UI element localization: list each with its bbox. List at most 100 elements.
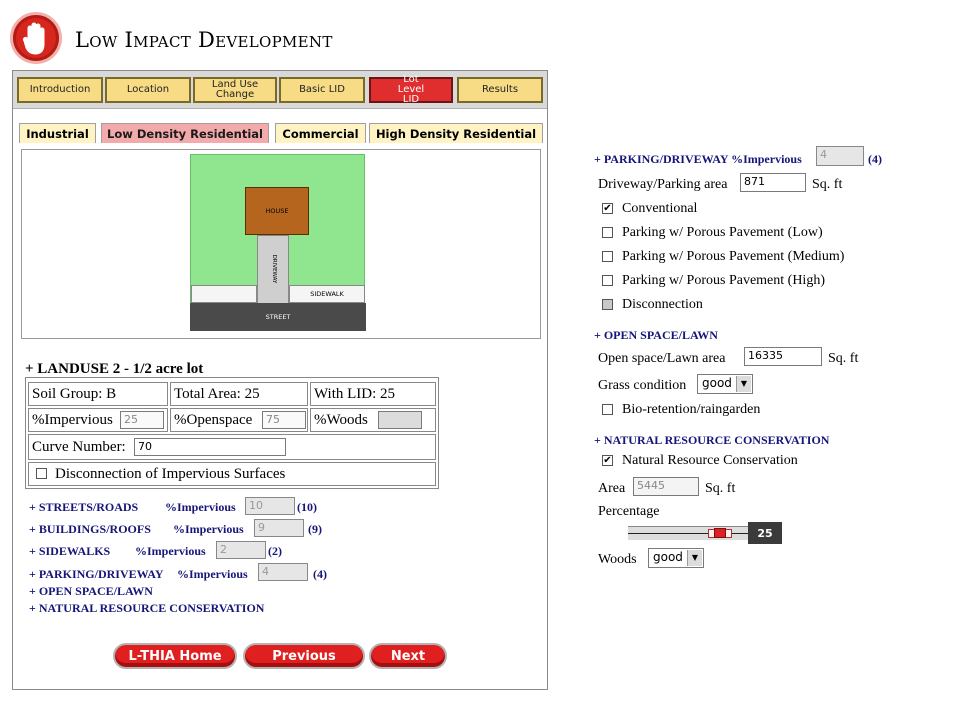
tab-introduction[interactable]: Introduction bbox=[17, 77, 103, 103]
tab-location[interactable]: Location bbox=[105, 77, 191, 103]
grass-condition-select[interactable]: good ▼ bbox=[697, 374, 753, 394]
right-parking-impervious-input[interactable]: 4 bbox=[816, 146, 864, 166]
disconnection-right-label: Disconnection bbox=[622, 297, 703, 312]
disconnection-checkbox[interactable] bbox=[36, 468, 47, 479]
conventional-checkbox[interactable]: ✔ bbox=[602, 203, 613, 214]
map-house: HOUSE bbox=[245, 187, 309, 235]
porous-high-checkbox[interactable] bbox=[602, 275, 613, 286]
streets-impervious-label: %Impervious bbox=[165, 500, 236, 514]
disconnection-cell: Disconnection of Impervious Surfaces bbox=[28, 462, 436, 486]
impervious-label: %Impervious bbox=[32, 411, 113, 428]
parking-driveway-link[interactable]: + PARKING/DRIVEWAY bbox=[29, 567, 164, 582]
total-area: Total Area: 25 bbox=[170, 382, 308, 406]
lot-map: HOUSE DRIVEWAY SIDEWALK STREET bbox=[21, 149, 541, 339]
map-driveway-label: DRIVEWAY bbox=[271, 254, 277, 284]
disconnection-right-checkbox[interactable] bbox=[602, 299, 613, 310]
bio-retention-label: Bio-retention/raingarden bbox=[622, 402, 761, 417]
percentage-label: Percentage bbox=[598, 504, 660, 519]
openspace-input[interactable]: 75 bbox=[262, 411, 306, 429]
soil-group: Soil Group: B bbox=[28, 382, 168, 406]
lthia-home-button[interactable]: L-THIA Home bbox=[113, 643, 237, 669]
page-title: Low Impact Development bbox=[75, 28, 333, 52]
porous-medium-checkbox[interactable] bbox=[602, 251, 613, 262]
buildings-impervious-label: %Impervious bbox=[173, 522, 244, 536]
buildings-impervious-paren: (9) bbox=[308, 522, 322, 536]
woods-label-right: Woods bbox=[598, 552, 637, 567]
parking-impervious-label: %Impervious bbox=[177, 567, 248, 581]
slider-track bbox=[628, 526, 748, 540]
natural-resource-link[interactable]: + NATURAL RESOURCE CONSERVATION bbox=[29, 601, 264, 616]
streets-roads-link[interactable]: + STREETS/ROADS bbox=[29, 500, 138, 515]
tab-results[interactable]: Results bbox=[457, 77, 543, 103]
driveway-area-unit: Sq. ft bbox=[812, 177, 843, 192]
area-input[interactable]: 5445 bbox=[633, 477, 699, 496]
tab-lot-level-lid[interactable]: Lot Level LID bbox=[369, 75, 453, 105]
bio-retention-checkbox[interactable] bbox=[602, 404, 613, 415]
woods-input[interactable] bbox=[378, 411, 422, 429]
chevron-down-icon: ▼ bbox=[736, 376, 751, 392]
landuse-tabs: Industrial Low Density Residential Comme… bbox=[13, 109, 547, 143]
grass-condition-label: Grass condition bbox=[598, 378, 687, 393]
lot-area: HOUSE DRIVEWAY SIDEWALK STREET bbox=[190, 154, 366, 331]
tab-basic-lid[interactable]: Basic LID bbox=[279, 77, 365, 103]
open-space-lawn-link[interactable]: + OPEN SPACE/LAWN bbox=[29, 584, 153, 599]
slider-handle[interactable] bbox=[714, 528, 726, 538]
natural-resource-checkbox[interactable]: ✔ bbox=[602, 455, 613, 466]
tab-high-density-residential[interactable]: High Density Residential bbox=[369, 123, 543, 143]
chevron-down-icon: ▼ bbox=[687, 550, 702, 566]
disconnection-label: Disconnection of Impervious Surfaces bbox=[55, 465, 286, 482]
tab-land-use-change[interactable]: Land Use Change bbox=[193, 77, 277, 103]
streets-impervious-paren: (10) bbox=[297, 500, 317, 514]
area-unit: Sq. ft bbox=[705, 481, 736, 496]
landuse-title: + LANDUSE 2 - 1/2 acre lot bbox=[25, 361, 204, 377]
area-label: Area bbox=[598, 481, 626, 496]
landuse-summary-table: Soil Group: B Total Area: 25 With LID: 2… bbox=[25, 377, 439, 489]
natural-resource-section-head[interactable]: + NATURAL RESOURCE CONSERVATION bbox=[594, 433, 829, 448]
impervious-input[interactable]: 25 bbox=[120, 411, 164, 429]
with-lid: With LID: 25 bbox=[310, 382, 436, 406]
map-sidewalk: SIDEWALK bbox=[289, 285, 365, 303]
driveway-area-label: Driveway/Parking area bbox=[598, 177, 728, 192]
open-space-area-input[interactable]: 16335 bbox=[744, 347, 822, 366]
open-space-area-label: Open space/Lawn area bbox=[598, 351, 726, 366]
driveway-area-input[interactable]: 871 bbox=[740, 173, 806, 192]
map-sidewalk-left bbox=[191, 285, 257, 303]
tab-low-density-residential[interactable]: Low Density Residential bbox=[101, 123, 269, 143]
hand-logo-icon bbox=[10, 12, 62, 64]
parking-section-head[interactable]: + PARKING/DRIVEWAY %Impervious bbox=[594, 152, 802, 167]
curve-number-input[interactable]: 70 bbox=[134, 438, 286, 456]
sidewalks-link[interactable]: + SIDEWALKS bbox=[29, 544, 110, 559]
tab-industrial[interactable]: Industrial bbox=[19, 123, 96, 143]
sidewalks-impervious-input[interactable]: 2 bbox=[216, 541, 266, 559]
nav-bar: Introduction Location Land Use Change Ba… bbox=[13, 71, 547, 109]
parking-impervious-input[interactable]: 4 bbox=[258, 563, 308, 581]
sidewalks-impervious-paren: (2) bbox=[268, 544, 282, 558]
percentage-slider[interactable]: 25 bbox=[628, 522, 782, 544]
right-parking-paren: (4) bbox=[868, 152, 882, 166]
tab-commercial[interactable]: Commercial bbox=[275, 123, 366, 143]
porous-low-label: Parking w/ Porous Pavement (Low) bbox=[622, 225, 823, 240]
natural-resource-label: Natural Resource Conservation bbox=[622, 453, 798, 468]
woods-select[interactable]: good ▼ bbox=[648, 548, 704, 568]
curve-number-label: Curve Number: bbox=[32, 438, 126, 455]
streets-impervious-input[interactable]: 10 bbox=[245, 497, 295, 515]
conventional-label: Conventional bbox=[622, 201, 698, 216]
porous-high-label: Parking w/ Porous Pavement (High) bbox=[622, 273, 825, 288]
slider-value: 25 bbox=[748, 522, 782, 544]
woods-select-value: good bbox=[653, 550, 683, 564]
map-driveway: DRIVEWAY bbox=[257, 235, 289, 305]
sidewalks-impervious-label: %Impervious bbox=[135, 544, 206, 558]
main-panel: Introduction Location Land Use Change Ba… bbox=[12, 70, 548, 690]
parking-impervious-paren: (4) bbox=[313, 567, 327, 581]
previous-button[interactable]: Previous bbox=[243, 643, 365, 669]
next-button[interactable]: Next bbox=[369, 643, 447, 669]
open-space-area-unit: Sq. ft bbox=[828, 351, 859, 366]
porous-low-checkbox[interactable] bbox=[602, 227, 613, 238]
open-space-section-head[interactable]: + OPEN SPACE/LAWN bbox=[594, 328, 718, 343]
buildings-impervious-input[interactable]: 9 bbox=[254, 519, 304, 537]
woods-label: %Woods bbox=[314, 411, 368, 428]
grass-condition-value: good bbox=[702, 376, 732, 390]
buildings-roofs-link[interactable]: + BUILDINGS/ROOFS bbox=[29, 522, 151, 537]
porous-medium-label: Parking w/ Porous Pavement (Medium) bbox=[622, 249, 845, 264]
openspace-label: %Openspace bbox=[174, 411, 253, 428]
